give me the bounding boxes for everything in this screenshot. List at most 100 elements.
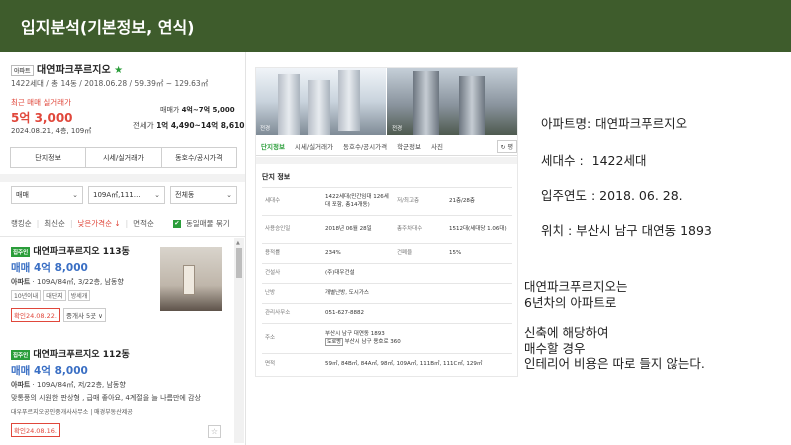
section-divider [0, 174, 245, 182]
tab-unit-price[interactable]: 동호수/공시가격 [343, 141, 387, 151]
sale-label: 매매가 [160, 106, 180, 114]
broker-count-button[interactable]: 중개사 5곳 ∨ [62, 308, 106, 322]
tab-school[interactable]: 학군정보 [397, 141, 421, 151]
sort-separator: | [69, 219, 73, 228]
listing-agent: 대우푸르지오공인중개사사무소 | 매경부동산제공 [11, 409, 133, 416]
chevron-down-icon: ⌄ [154, 191, 160, 199]
unit-price-button[interactable]: 동호수/공시가격 [160, 147, 237, 168]
note-spacer [524, 310, 705, 325]
tower-shape [413, 71, 439, 135]
jeonse-range-value: 1억 4,490~14억 8,610 [156, 121, 245, 130]
sort-latest[interactable]: 최신순 [44, 218, 65, 229]
table-row: 용적률 234% 건폐율 15% [262, 243, 512, 264]
cell-value: 1422세대(민간임대 126세대 포함, 총14개동) [322, 187, 394, 216]
detail-tabs: 단지정보 시세/실거래가 동호수/공시가격 학군정보 사진 ↻ 평 [256, 136, 517, 156]
table-row: 관리사무소 051-627-8882 [262, 303, 512, 324]
listing-type: 아파트 [11, 381, 31, 389]
cell-label: 관리사무소 [262, 303, 322, 324]
listing-footer: 확인24.08.16. [11, 423, 231, 437]
scroll-up-icon[interactable]: ▲ [236, 240, 240, 246]
pyeong-toggle-button[interactable]: ↻ 평 [496, 140, 517, 153]
chevron-down-icon: ⌄ [226, 191, 232, 199]
table-row: 세대수 1422세대(민간임대 126세대 포함, 총14개동) 저/최고층 2… [262, 187, 512, 216]
header-bar: 입지분석(기본정보, 연식) [0, 0, 791, 52]
cell-label: 세대수 [262, 187, 322, 216]
group-same-label[interactable]: 동일매물 묶기 [186, 218, 230, 229]
cell-label: 사용승인일 [262, 215, 322, 244]
area-value: 109A㎡,111… [93, 191, 141, 199]
list-divider [0, 236, 245, 237]
confirm-date-badge: 확인24.08.16. [11, 423, 60, 437]
tab-market-price[interactable]: 시세/실거래가 [295, 141, 333, 151]
market-price-button[interactable]: 시세/실거래가 [85, 147, 162, 168]
area-select[interactable]: 109A㎡,111… ⌄ [88, 186, 165, 204]
sort-low-price[interactable]: 낮은가격순 ↓ [77, 218, 120, 229]
tower-shape [278, 74, 300, 135]
listing-tag: 방세개 [67, 290, 91, 301]
cell-label: 건설사 [262, 263, 322, 284]
listing-tag: 대단지 [43, 290, 66, 301]
table-row: 면적 59㎡, 84B㎡, 84A㎡, 98㎡, 109A㎡, 111B㎡, 1… [262, 353, 512, 376]
favorite-star-icon[interactable]: ☆ [208, 425, 221, 438]
tower-shape [459, 76, 485, 135]
photo-caption: 전경 [260, 126, 271, 132]
sort-separator: | [125, 219, 129, 228]
complex-info-button[interactable]: 단지정보 [10, 147, 87, 168]
chevron-down-icon: ⌄ [72, 191, 78, 199]
cell-value: 15% [446, 243, 512, 264]
sort-separator: | [36, 219, 40, 228]
list-scrollbar[interactable]: ▲ [234, 238, 244, 443]
listing-thumbnail[interactable] [160, 247, 222, 311]
cell-label: 난방 [262, 283, 322, 304]
sort-area[interactable]: 면적순 [133, 218, 154, 229]
listing-panel: 아파트 대연파크푸르지오 ★ 1422세대 / 총 14동 / 2018.06.… [0, 52, 246, 445]
cell-label: 건폐율 [394, 243, 446, 264]
recent-trade-label: 최근 매매 실거래가 [11, 98, 71, 107]
favorite-star-icon[interactable]: ★ [114, 65, 123, 76]
listing-spec: · 109A/84㎡, 저/22층, 남동향 [30, 381, 126, 389]
section-divider [256, 157, 517, 164]
trade-type-value: 매매 [16, 191, 29, 199]
recent-trade-price: 5억 3,000 [11, 111, 73, 125]
recent-trade-date: 2024.08.21, 4층, 109㎡ [11, 127, 92, 135]
note-line: 신축에 해당하여 [524, 325, 609, 340]
owner-tag: 집주인 [11, 246, 31, 257]
note-apt-name: 아파트명: 대연파크푸르지오 [541, 116, 688, 131]
listing-type: 아파트 [11, 278, 31, 286]
table-row: 난방 개별난방, 도시가스 [262, 283, 512, 304]
listing-description: 맞통풍의 시원한 판상형 , 급매 좋아요, 4계절을 늘 나름만에 감상 [11, 394, 201, 402]
scrollbar-thumb[interactable] [236, 248, 242, 278]
trade-type-select[interactable]: 매매 ⌄ [11, 186, 83, 204]
filter-row: 매매 ⌄ 109A㎡,111… ⌄ 전체동 ⌄ [11, 186, 237, 204]
cell-value: (주)대우건설 [322, 263, 512, 284]
tower-shape [308, 80, 330, 135]
complex-detail-panel: 전경 전경 단지정보 시세/실거래가 동호수/공시가격 학군정보 사진 ↻ 평 … [255, 67, 518, 377]
list-item[interactable]: 집주인 대연파크푸르지오 113동 매매 4억 8,000 아파트 · 109A… [11, 244, 231, 322]
building-select[interactable]: 전체동 ⌄ [170, 186, 237, 204]
tab-photos[interactable]: 사진 [431, 141, 443, 151]
confirm-date-badge: 확인24.08.22. [11, 308, 60, 322]
tower-shape [338, 70, 360, 131]
note-line: 6년차의 아파트로 [524, 294, 617, 310]
page-title: 입지분석(기본정보, 연식) [21, 18, 195, 37]
listing-tag: 10년이내 [11, 290, 42, 301]
complex-photo-2[interactable]: 전경 [387, 68, 517, 135]
listing-title-row: 집주인 대연파크푸르지오 112동 [11, 347, 231, 360]
sale-range-value: 4억~7억 5,000 [181, 106, 235, 114]
checkbox-checked-icon[interactable]: ✔ [172, 219, 181, 228]
note-move-in: 입주연도 : 2018. 06. 28. [541, 188, 683, 203]
note-paragraph: 대연파크푸르지오는 6년차의 아파트로 신축에 해당하여 매수할 경우 인테리어… [524, 279, 705, 372]
listing-title[interactable]: 대연파크푸르지오 112동 [33, 350, 129, 360]
apt-name[interactable]: 대연파크푸르지오 [37, 65, 111, 76]
listing-title[interactable]: 대연파크푸르지오 113동 [33, 247, 129, 257]
sort-ranking[interactable]: 랭킹순 [11, 218, 32, 229]
cell-value: 051-627-8882 [322, 303, 512, 324]
listing-price: 매매 4억 8,000 [11, 365, 88, 377]
listing-detail: 아파트 · 109A/84㎡, 저/22층, 남동향 [11, 380, 231, 390]
complex-photo-1[interactable]: 전경 [256, 68, 386, 135]
thumbnail-door [183, 265, 195, 295]
list-item[interactable]: 집주인 대연파크푸르지오 112동 매매 4억 8,000 아파트 · 109A… [11, 347, 231, 438]
table-row: 사용승인일 2018년 06월 28일 총주차대수 1512대(세대당 1.06… [262, 215, 512, 244]
road-name-tag: 도로명 [325, 337, 343, 346]
tab-complex-info[interactable]: 단지정보 [261, 141, 285, 151]
